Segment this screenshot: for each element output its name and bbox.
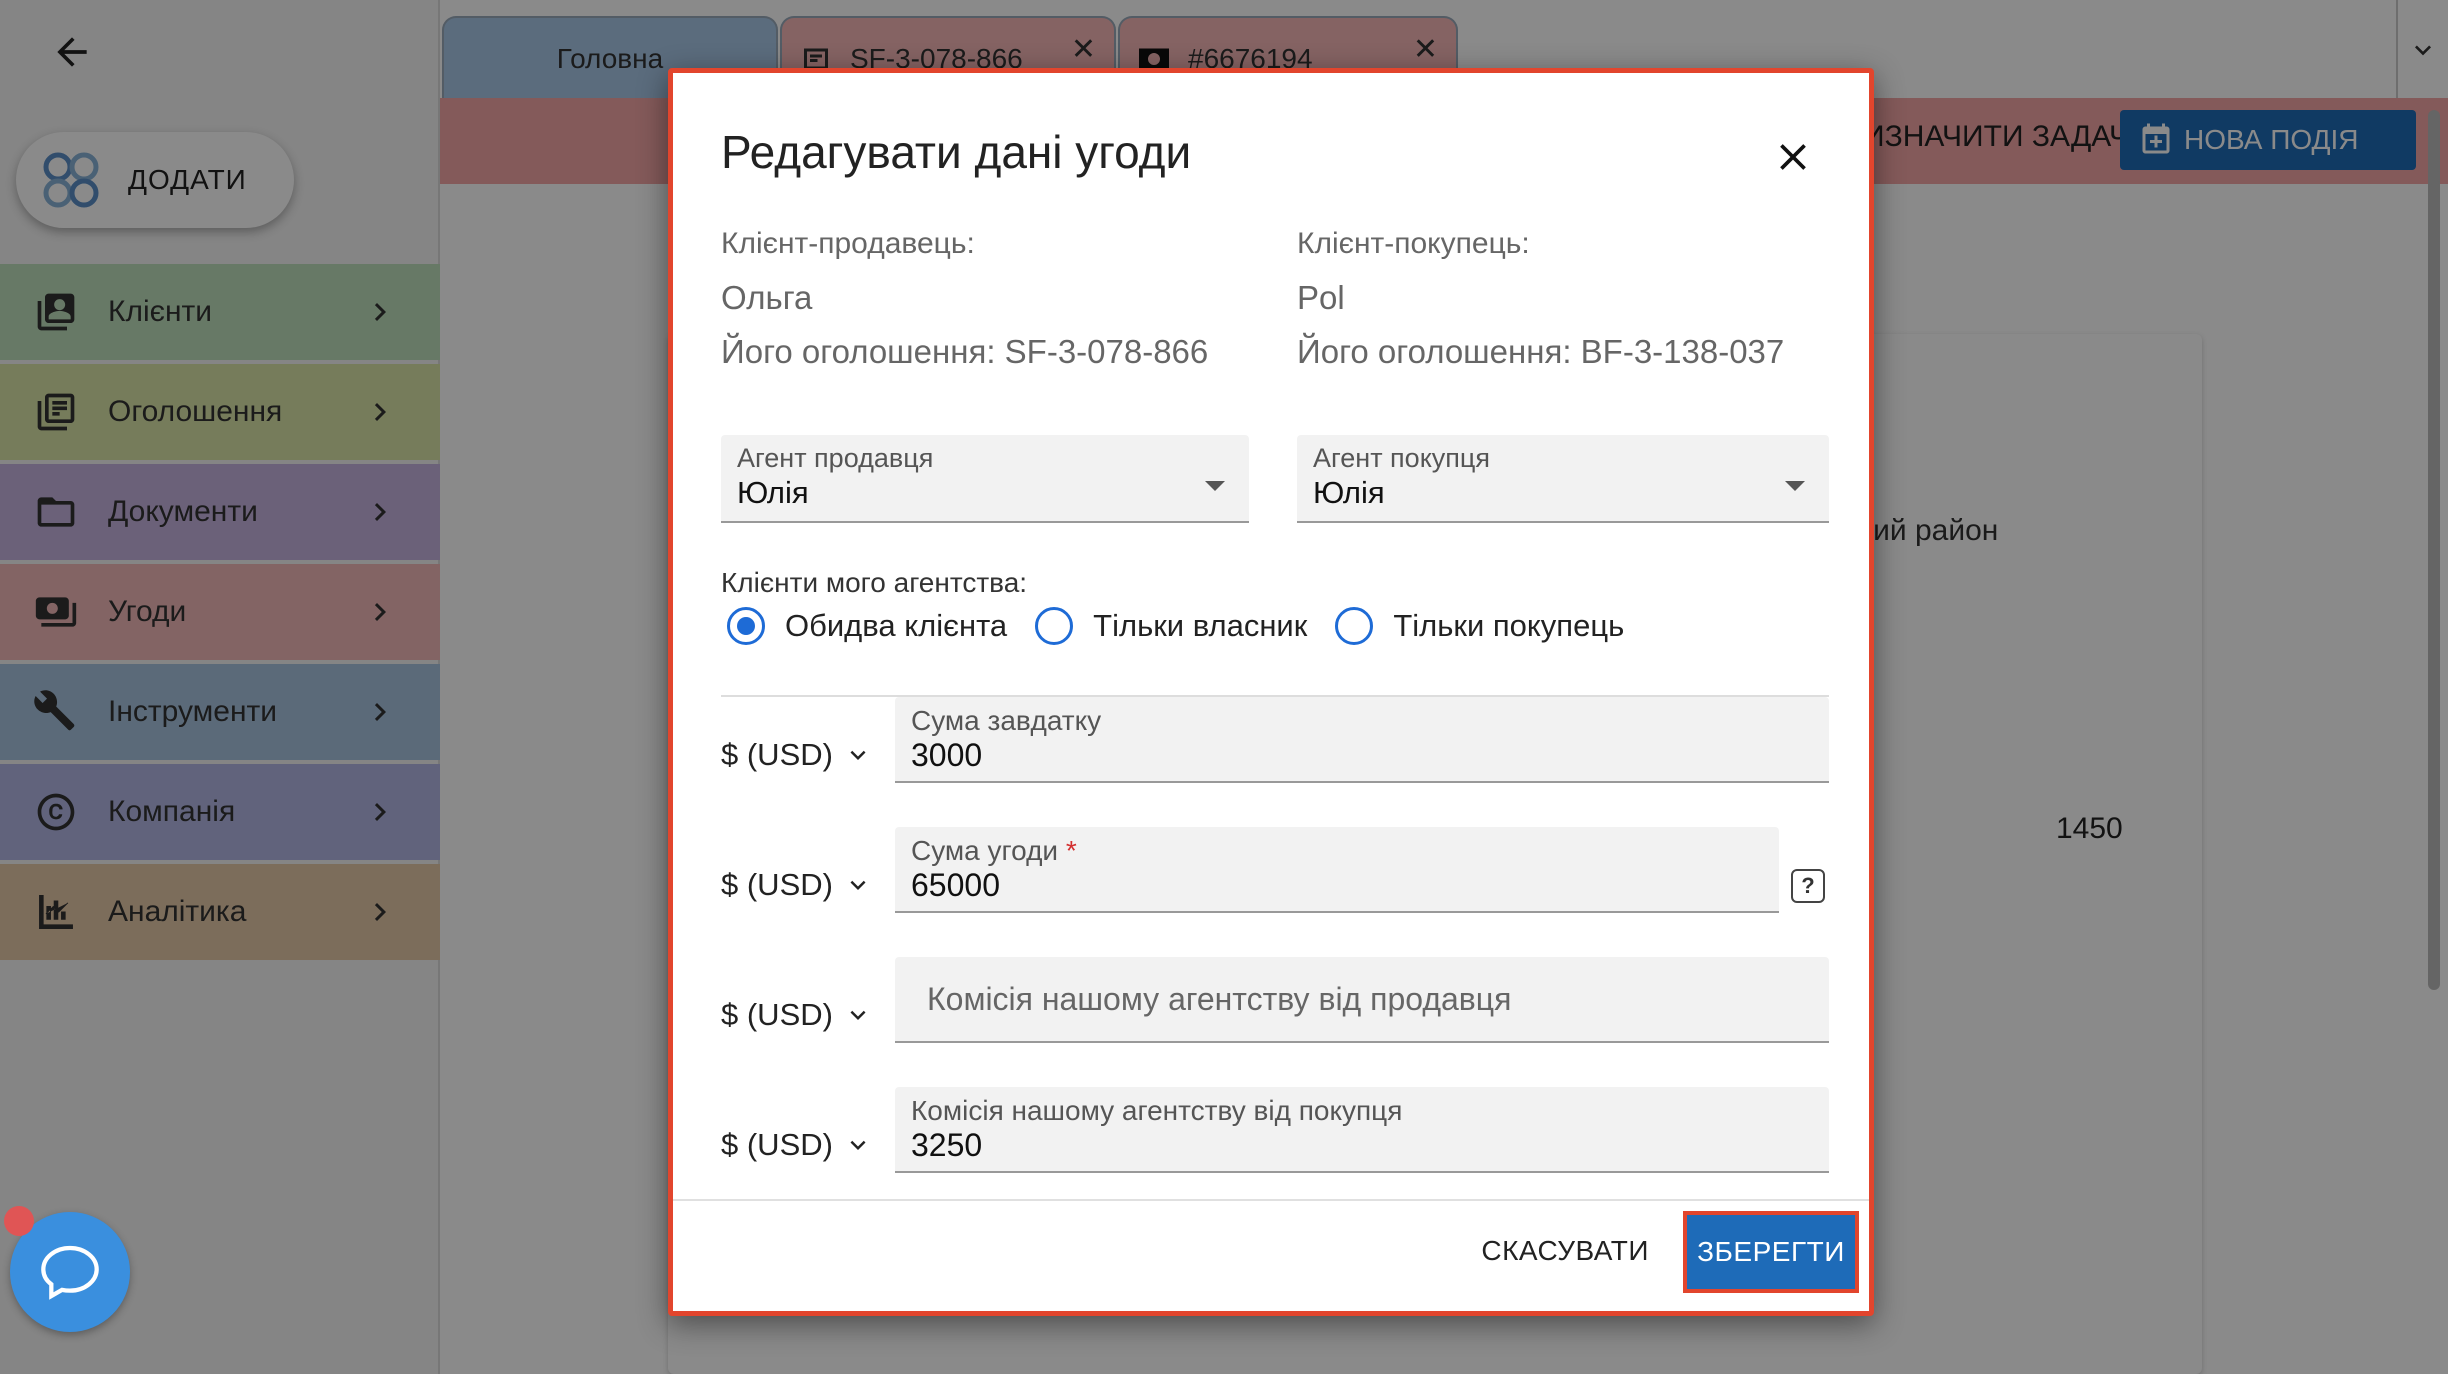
cancel-button[interactable]: СКАСУВАТИ [1481,1235,1649,1267]
deposit-currency-select[interactable]: $ (USD) [721,737,873,773]
buyer-commission-value: 3250 [911,1127,983,1163]
radio-buyer-only[interactable]: Тільки покупець [1335,607,1624,645]
buyer-agent-label: Агент покупця [1313,443,1491,473]
radio-button[interactable] [727,607,765,645]
seller-listing: Його оголошення: SF-3-078-866 [721,333,1209,370]
chat-icon [41,1245,99,1300]
seller-commission-currency-select[interactable]: $ (USD) [721,997,873,1033]
buyer-agent-select[interactable]: Агент покупця Юлія [1297,435,1829,523]
deposit-amount-value: 3000 [911,737,983,773]
currency-label: $ (USD) [721,997,833,1032]
edit-deal-dialog: Редагувати дані угоди Клієнт-продавець: … [668,68,1874,1316]
buyer-commission-field[interactable]: Комісія нашому агентству від покупця 325… [895,1087,1829,1173]
buyer-client-name: Pol [1297,279,1345,316]
seller-agent-label: Агент продавця [737,443,934,473]
agency-clients-label: Клієнти мого агентства: [721,567,1028,598]
buyer-commission-currency-select[interactable]: $ (USD) [721,1127,873,1163]
currency-label: $ (USD) [721,737,833,772]
seller-agent-select[interactable]: Агент продавця Юлія [721,435,1249,523]
currency-label: $ (USD) [721,867,833,902]
deal-currency-select[interactable]: $ (USD) [721,867,873,903]
chevron-down-icon [850,750,866,760]
buyer-listing: Його оголошення: BF-3-138-037 [1297,333,1785,370]
deposit-amount-label: Сума завдатку [911,705,1102,736]
radio-both-clients[interactable]: Обидва клієнта [727,607,1007,645]
buyer-client-label: Клієнт-покупець: [1297,227,1530,260]
buyer-commission-label: Комісія нашому агентству від покупця [911,1095,1403,1126]
buyer-agent-value: Юлія [1313,475,1385,510]
seller-client-name: Ольга [721,279,813,316]
radio-label: Тільки власник [1093,608,1308,643]
radio-owner-only[interactable]: Тільки власник [1035,607,1307,645]
currency-label: $ (USD) [721,1127,833,1162]
save-button[interactable]: ЗБЕРЕГТИ [1683,1211,1859,1293]
radio-button[interactable] [1335,607,1374,645]
help-icon[interactable]: ? [1791,869,1825,903]
dropdown-arrow-icon [1785,481,1805,491]
chevron-down-icon [850,880,866,890]
seller-client-label: Клієнт-продавець: [721,227,975,260]
deal-amount-label: Сума угоди * [911,835,1077,866]
radio-label: Обидва клієнта [785,608,1008,643]
deposit-amount-field[interactable]: Сума завдатку 3000 [895,697,1829,783]
deal-amount-value: 65000 [911,867,1000,903]
radio-label: Тільки покупець [1393,608,1625,643]
chevron-down-icon [850,1010,866,1020]
dialog-title: Редагувати дані угоди [721,126,1192,178]
dialog-actions: СКАСУВАТИ ЗБЕРЕГТИ [673,1199,1869,1311]
radio-button[interactable] [1035,607,1074,645]
close-icon[interactable] [1771,135,1815,179]
seller-commission-field[interactable]: Комісія нашому агентству від продавця [895,957,1829,1043]
deal-amount-field[interactable]: Сума угоди * 65000 [895,827,1779,913]
seller-agent-value: Юлія [737,475,809,510]
chevron-down-icon [850,1140,866,1150]
agency-clients-radio-group: Обидва клієнта Тільки власник Тільки пок… [727,607,1652,645]
dropdown-arrow-icon [1205,481,1225,491]
seller-commission-placeholder: Комісія нашому агентству від продавця [927,981,1512,1017]
notification-dot [4,1206,34,1236]
